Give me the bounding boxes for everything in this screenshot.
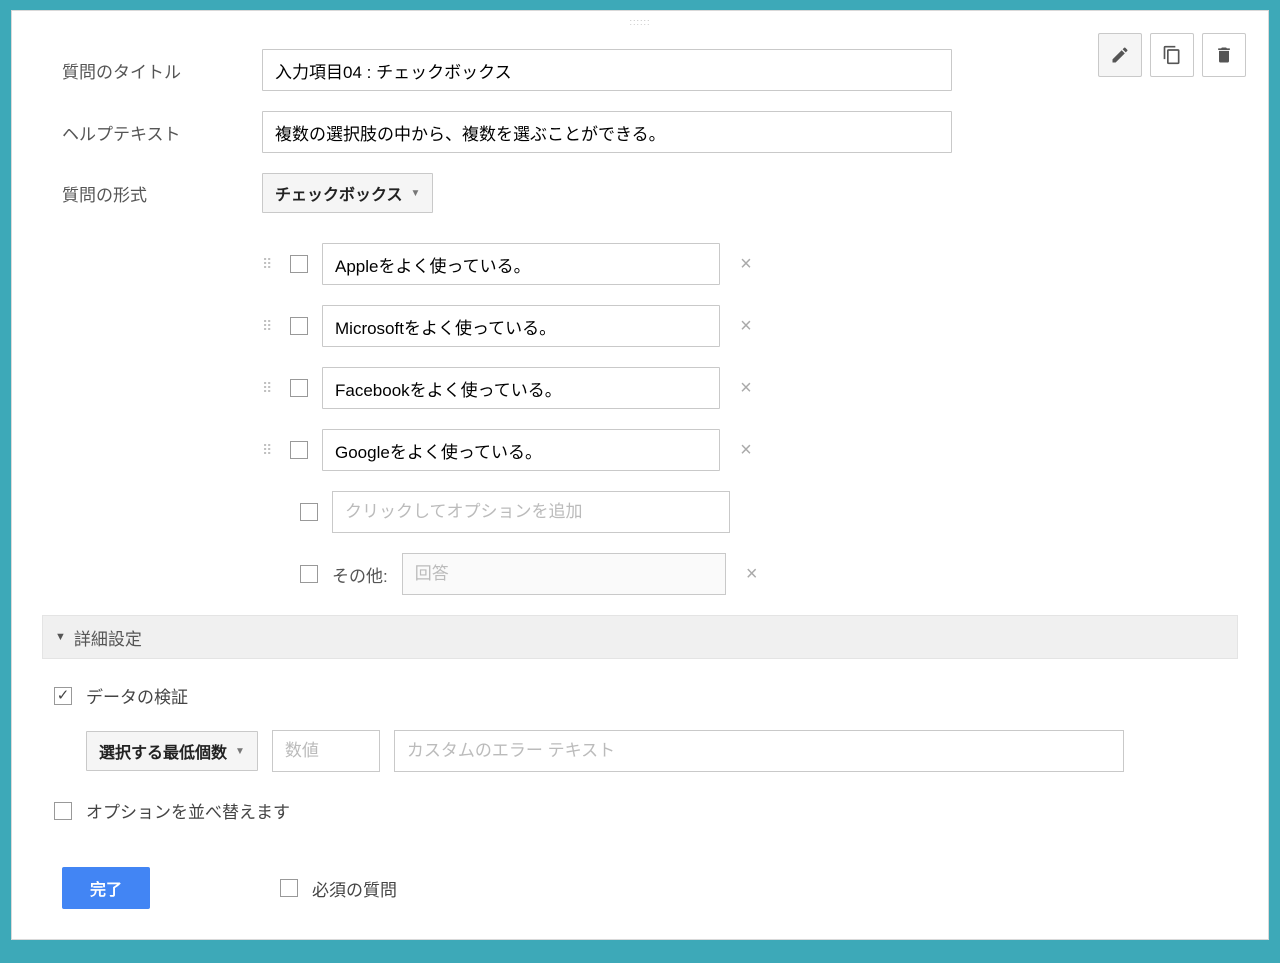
card-toolbar bbox=[1098, 33, 1246, 77]
question-type-label: 質問の形式 bbox=[62, 181, 262, 206]
question-editor-card: :::::: 質問のタイトル ヘルプテキスト 質問の形式 チェックボックス ▼ bbox=[11, 10, 1269, 940]
option-input[interactable] bbox=[322, 305, 720, 347]
options-list: ⠿ × ⠿ × ⠿ × ⠿ × bbox=[262, 243, 1228, 595]
pencil-icon bbox=[1110, 45, 1130, 65]
validation-type-dropdown[interactable]: 選択する最低個数 ▼ bbox=[86, 731, 258, 771]
help-text-input[interactable] bbox=[262, 111, 952, 153]
copy-icon bbox=[1162, 45, 1182, 65]
card-drag-handle[interactable]: :::::: bbox=[12, 11, 1268, 29]
reorder-label: オプションを並べ替えます bbox=[86, 798, 290, 823]
data-validation-row: データの検証 bbox=[54, 683, 1226, 708]
option-input[interactable] bbox=[322, 367, 720, 409]
data-validation-label: データの検証 bbox=[86, 683, 188, 708]
option-checkbox bbox=[290, 317, 308, 335]
other-label: その他: bbox=[332, 562, 388, 587]
drag-handle-icon[interactable]: ⠿ bbox=[262, 323, 280, 330]
option-checkbox bbox=[300, 503, 318, 521]
option-row: ⠿ × bbox=[262, 367, 1228, 409]
caret-down-icon: ▼ bbox=[411, 188, 421, 199]
option-row: ⠿ × bbox=[262, 243, 1228, 285]
question-type-dropdown[interactable]: チェックボックス ▼ bbox=[262, 173, 433, 213]
advanced-settings: ▼ 詳細設定 データの検証 選択する最低個数 ▼ オプションを並べ替えます bbox=[42, 615, 1238, 855]
remove-option-button[interactable]: × bbox=[736, 253, 756, 276]
option-checkbox bbox=[290, 255, 308, 273]
remove-option-button[interactable]: × bbox=[736, 315, 756, 338]
other-answer-input[interactable] bbox=[402, 553, 726, 595]
remove-option-button[interactable]: × bbox=[736, 377, 756, 400]
data-validation-checkbox[interactable] bbox=[54, 687, 72, 705]
validation-number-input[interactable] bbox=[272, 730, 380, 772]
advanced-header-label: 詳細設定 bbox=[74, 625, 142, 650]
reorder-row: オプションを並べ替えます bbox=[54, 798, 1226, 823]
drag-handle-icon[interactable]: ⠿ bbox=[262, 385, 280, 392]
option-checkbox bbox=[290, 379, 308, 397]
advanced-header[interactable]: ▼ 詳細設定 bbox=[42, 615, 1238, 659]
card-footer: 完了 必須の質問 bbox=[12, 855, 1268, 939]
add-option-row bbox=[290, 491, 1228, 533]
form-area: 質問のタイトル ヘルプテキスト 質問の形式 チェックボックス ▼ ⠿ × ⠿ bbox=[12, 29, 1268, 595]
edit-button[interactable] bbox=[1098, 33, 1142, 77]
validation-controls: 選択する最低個数 ▼ bbox=[86, 730, 1226, 772]
required-checkbox[interactable] bbox=[280, 879, 298, 897]
question-title-label: 質問のタイトル bbox=[62, 58, 262, 83]
option-row: ⠿ × bbox=[262, 429, 1228, 471]
other-option-row: その他: × bbox=[290, 553, 1228, 595]
help-text-label: ヘルプテキスト bbox=[62, 120, 262, 145]
validation-error-input[interactable] bbox=[394, 730, 1124, 772]
option-input[interactable] bbox=[322, 243, 720, 285]
option-checkbox bbox=[300, 565, 318, 583]
add-option-input[interactable] bbox=[332, 491, 730, 533]
question-title-input[interactable] bbox=[262, 49, 952, 91]
required-row: 必須の質問 bbox=[280, 876, 397, 901]
trash-icon bbox=[1214, 45, 1234, 65]
done-button[interactable]: 完了 bbox=[62, 867, 150, 909]
advanced-body: データの検証 選択する最低個数 ▼ オプションを並べ替えます bbox=[42, 659, 1238, 855]
option-checkbox bbox=[290, 441, 308, 459]
validation-type-value: 選択する最低個数 bbox=[99, 739, 227, 763]
drag-handle-icon[interactable]: ⠿ bbox=[262, 261, 280, 268]
drag-handle-icon[interactable]: ⠿ bbox=[262, 447, 280, 454]
option-row: ⠿ × bbox=[262, 305, 1228, 347]
duplicate-button[interactable] bbox=[1150, 33, 1194, 77]
remove-option-button[interactable]: × bbox=[736, 439, 756, 462]
required-label: 必須の質問 bbox=[312, 876, 397, 901]
question-type-value: チェックボックス bbox=[275, 181, 403, 205]
reorder-checkbox[interactable] bbox=[54, 802, 72, 820]
caret-down-icon: ▼ bbox=[235, 746, 245, 757]
delete-button[interactable] bbox=[1202, 33, 1246, 77]
option-input[interactable] bbox=[322, 429, 720, 471]
triangle-down-icon: ▼ bbox=[55, 631, 66, 643]
remove-other-button[interactable]: × bbox=[742, 563, 762, 586]
